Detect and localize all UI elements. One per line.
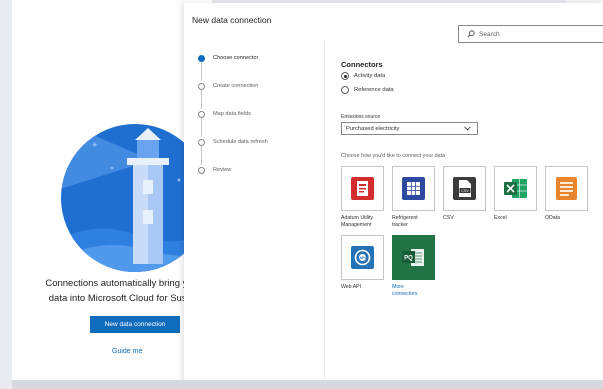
odata-icon xyxy=(553,175,580,202)
connector-tile-refrigerent[interactable] xyxy=(392,166,435,211)
connector-tile-odata[interactable] xyxy=(545,166,588,211)
radio-reference-data[interactable]: Reference data xyxy=(341,86,394,94)
radio-label: Activity data xyxy=(354,73,386,79)
step-indicator xyxy=(198,166,205,174)
panel-divider xyxy=(324,41,325,386)
step-choose-connector[interactable]: Choose connector xyxy=(198,53,258,63)
emissions-source-dropdown[interactable]: Purchased electricity xyxy=(341,122,478,135)
connector-label-more-connectors[interactable]: More connectors xyxy=(392,284,417,298)
connector-tile-adatum[interactable] xyxy=(341,166,384,211)
connector-tile-csv[interactable]: CSV xyxy=(443,166,486,211)
step-active-indicator xyxy=(198,54,205,62)
step-connector-line xyxy=(201,117,202,137)
connector-label-line: Refrigerent xyxy=(392,215,418,221)
search-icon xyxy=(467,30,475,38)
connector-label-adatum: Adatum Utility Management xyxy=(341,215,373,229)
spreadsheet-icon xyxy=(400,175,427,202)
svg-text:✦: ✦ xyxy=(91,140,99,150)
excel-icon xyxy=(502,175,529,202)
step-create-connection[interactable]: Create connection xyxy=(198,81,258,91)
connector-label-csv: CSV xyxy=(443,215,454,221)
step-label: Choose connector xyxy=(213,55,259,61)
connect-helper-text: Choose how you'd like to connect your da… xyxy=(341,153,446,159)
connector-label-line: Adatum Utility xyxy=(341,215,373,221)
step-label: Create connection xyxy=(213,83,259,89)
step-connector-line xyxy=(201,145,202,165)
step-review[interactable]: Review xyxy=(198,165,231,175)
connectors-heading: Connectors xyxy=(341,60,383,69)
new-data-connection-button[interactable]: New data connection xyxy=(90,316,180,333)
connector-label-web-api: Web API xyxy=(341,284,362,290)
connector-label-line: tracker xyxy=(392,222,408,228)
step-indicator xyxy=(198,138,205,146)
svg-text:API: API xyxy=(359,256,365,260)
new-data-connection-panel: New data connection Choose connector Cre… xyxy=(184,3,603,386)
horizontal-scrollbar[interactable] xyxy=(12,380,603,389)
step-label: Review xyxy=(213,167,232,173)
emissions-source-value: Purchased electricity xyxy=(346,125,400,132)
step-connector-line xyxy=(201,61,202,81)
chevron-down-icon xyxy=(464,126,471,131)
connector-label-line[interactable]: More xyxy=(392,284,417,291)
background-message: Connections automatically bring yo data … xyxy=(12,276,212,306)
emissions-source-label: Emissions source xyxy=(341,114,381,120)
radio-checked-indicator[interactable] xyxy=(341,72,349,80)
step-indicator xyxy=(198,110,205,118)
connector-label-excel: Excel xyxy=(494,215,507,221)
step-connector-line xyxy=(201,89,202,109)
connector-tile-more-connectors[interactable]: PQ xyxy=(392,235,435,280)
svg-text:PQ: PQ xyxy=(404,256,413,262)
radio-unchecked-indicator[interactable] xyxy=(341,86,349,94)
radio-activity-data[interactable]: Activity data xyxy=(341,72,385,80)
step-label: Schedule data refresh xyxy=(213,139,268,145)
background-page: ✦ Connections automatically bring yo dat… xyxy=(12,0,212,389)
search-input[interactable] xyxy=(479,30,589,38)
csv-file-icon: CSV xyxy=(451,175,478,202)
connector-tile-web-api[interactable]: API xyxy=(341,235,384,280)
connector-tile-excel[interactable] xyxy=(494,166,537,211)
step-schedule-data-refresh[interactable]: Schedule data refresh xyxy=(198,137,268,147)
guide-me-link[interactable]: Guide me xyxy=(112,348,142,355)
connector-label-line: Management xyxy=(341,222,372,228)
connector-label-line[interactable]: connectors xyxy=(392,291,417,298)
search-box[interactable] xyxy=(458,25,603,43)
power-query-icon: PQ xyxy=(400,244,427,271)
connector-label-odata: OData xyxy=(545,215,560,221)
step-label: Map data fields xyxy=(213,111,251,117)
step-map-data-fields[interactable]: Map data fields xyxy=(198,109,251,119)
step-indicator xyxy=(198,82,205,90)
svg-text:CSV: CSV xyxy=(461,189,469,193)
web-api-icon: API xyxy=(349,244,376,271)
connector-label-refrigerent: Refrigerent tracker xyxy=(392,215,418,229)
radio-label: Reference data xyxy=(354,87,394,93)
utility-doc-icon xyxy=(349,175,376,202)
panel-title: New data connection xyxy=(192,15,272,25)
